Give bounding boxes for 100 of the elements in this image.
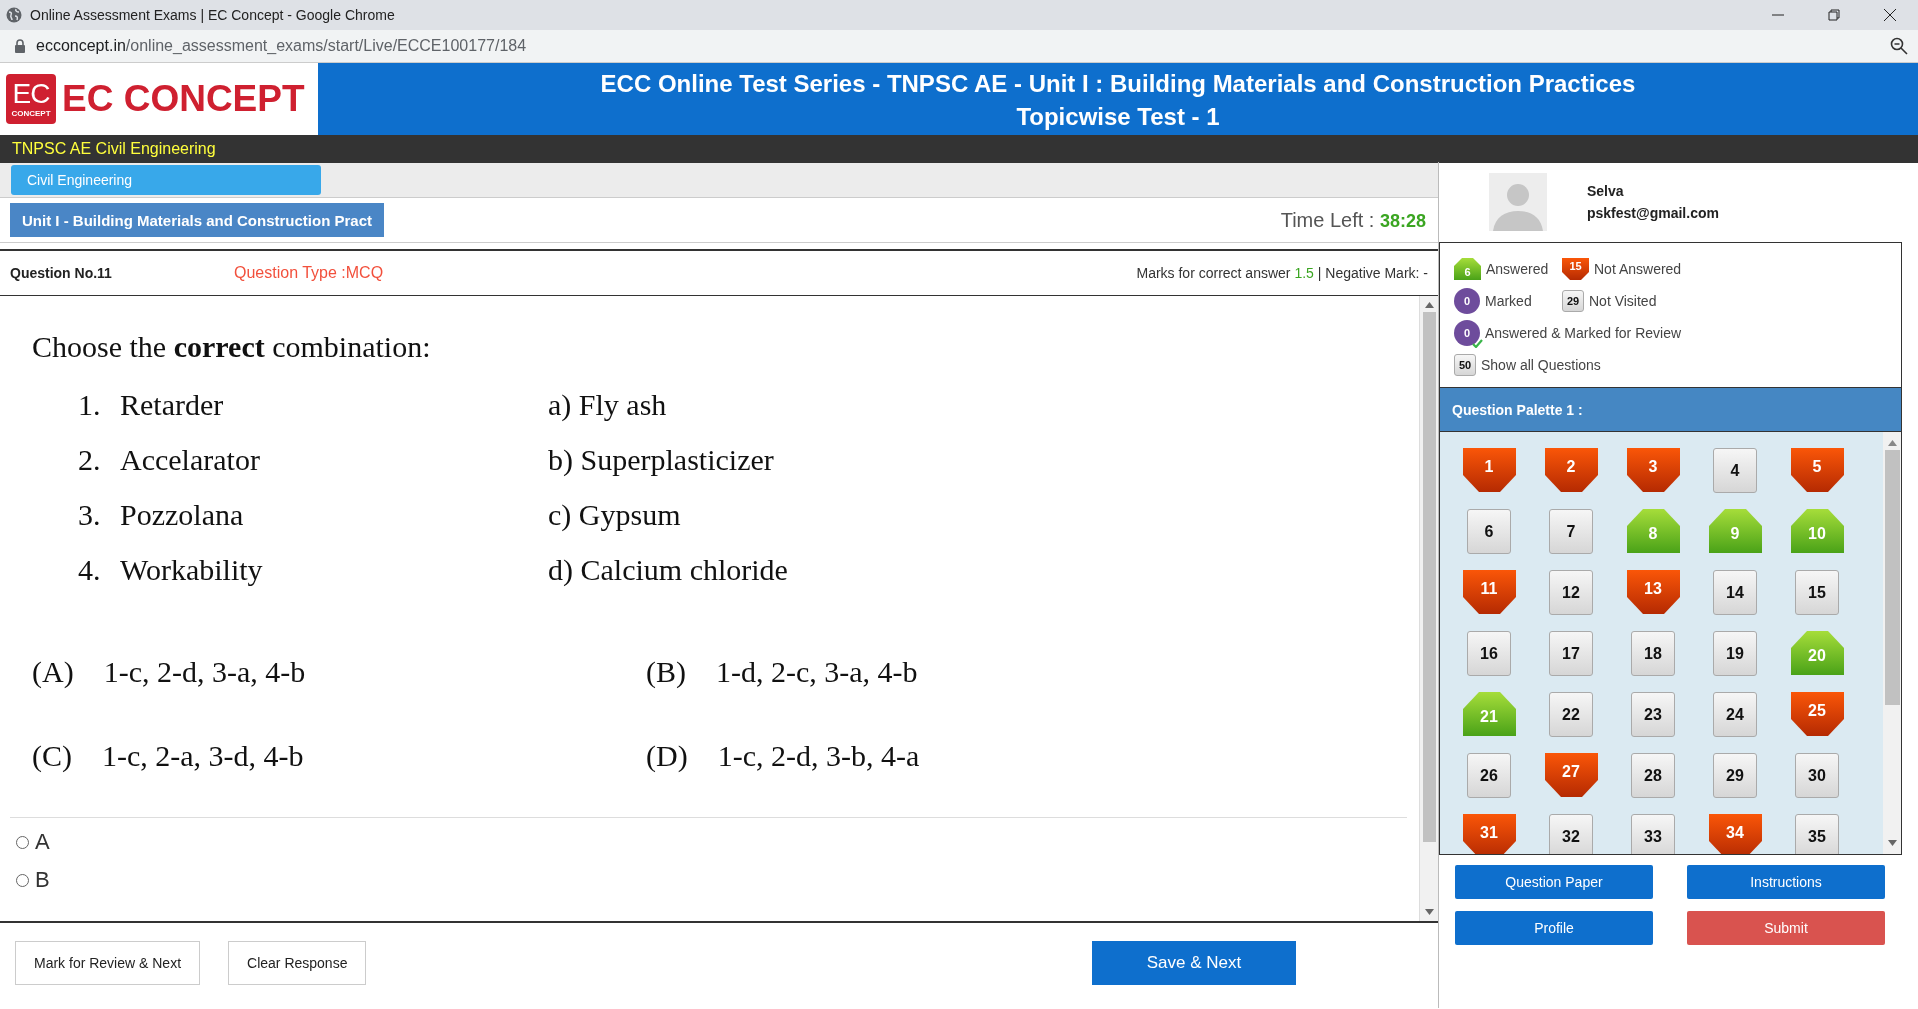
close-icon[interactable] [1882, 7, 1898, 23]
question-number-button[interactable]: 24 [1713, 692, 1757, 737]
legend-label: Not Visited [1589, 293, 1657, 309]
question-number-button[interactable]: 6 [1467, 509, 1511, 554]
item-number: 3. [78, 498, 100, 532]
question-number-button[interactable]: 35 [1795, 814, 1839, 854]
question-number-button[interactable]: 32 [1549, 814, 1593, 854]
item-text: Retarder [120, 388, 224, 422]
question-number-button[interactable]: 31 [1462, 814, 1516, 854]
match-text: a) Fly ash [548, 388, 668, 422]
question-number-button[interactable]: 15 [1795, 570, 1839, 615]
clear-response-button[interactable]: Clear Response [228, 941, 367, 985]
instructions-button[interactable]: Instructions [1687, 865, 1885, 899]
question-type: Question Type :MCQ [234, 264, 384, 282]
item-text: Accelarator [120, 443, 260, 477]
logo-badge-subtext: CONCEPT [11, 110, 51, 118]
question-number-button[interactable]: 19 [1713, 631, 1757, 676]
match-text: b) Superplasticizer [548, 443, 775, 477]
timer-text: Time Left : 38:28 [1280, 208, 1426, 232]
answered-badge: 6 [1454, 258, 1481, 280]
question-number: Question No.11 [10, 265, 113, 281]
item-number: 1. [78, 388, 100, 422]
logo-name: EC CONCEPT [62, 78, 305, 120]
scrollbar[interactable] [1419, 296, 1438, 921]
question-number-button[interactable]: 5 [1790, 448, 1844, 492]
not-visited-badge: 29 [1562, 290, 1584, 312]
exam-title: ECC Online Test Series - TNPSC AE - Unit I : Building Materials and Construction Practices [599, 69, 1637, 99]
scroll-down-icon[interactable] [1887, 840, 1897, 846]
question-number-button[interactable]: 22 [1549, 692, 1593, 737]
question-number-button[interactable]: 29 [1713, 753, 1757, 798]
globe-icon [6, 7, 22, 23]
question-number-button[interactable]: 1 [1462, 448, 1516, 492]
item-number: 4. [78, 553, 100, 587]
match-text: d) Calcium chloride [548, 553, 789, 587]
question-paper-button[interactable]: Question Paper [1455, 865, 1653, 899]
check-icon [1472, 339, 1483, 348]
question-number-button[interactable]: 11 [1462, 570, 1516, 614]
restore-icon[interactable] [1826, 7, 1842, 23]
lock-icon [14, 39, 26, 53]
option-label[interactable]: B [35, 867, 50, 893]
item-text: Pozzolana [120, 498, 244, 532]
question-number-button[interactable]: 23 [1631, 692, 1675, 737]
question-stem: Choose the correct combination: [32, 330, 432, 364]
choice-text: 1-c, 2-a, 3-d, 4-b [102, 739, 304, 773]
legend-label: Answered & Marked for Review [1485, 325, 1682, 341]
user-name: Selva [1587, 182, 1625, 201]
question-number-button[interactable]: 34 [1708, 814, 1762, 854]
option-label[interactable]: A [35, 829, 50, 855]
question-number-button[interactable]: 12 [1549, 570, 1593, 615]
all-questions-badge[interactable]: 50 [1454, 354, 1476, 376]
zoom-out-icon[interactable] [1890, 37, 1908, 55]
scroll-down-icon[interactable] [1424, 909, 1434, 915]
choice-label: (D) [646, 739, 688, 773]
item-number: 2. [78, 443, 100, 477]
exam-subtitle: Topicwise Test - 1 [1015, 102, 1221, 132]
choice-text: 1-c, 2-d, 3-b, 4-a [717, 739, 920, 773]
question-number-button[interactable]: 28 [1631, 753, 1675, 798]
mark-review-button[interactable]: Mark for Review & Next [15, 941, 201, 985]
question-number-button[interactable]: 7 [1549, 509, 1593, 554]
scroll-up-icon[interactable] [1424, 302, 1434, 308]
marks-text: Marks for correct answer 1.5 | Negative Mark: - [1136, 265, 1428, 281]
legend-label: Marked [1485, 293, 1532, 309]
save-next-button[interactable]: Save & Next [1092, 941, 1296, 985]
question-number-button[interactable]: 25 [1790, 692, 1844, 736]
question-number-button[interactable]: 30 [1795, 753, 1839, 798]
choice-text: 1-d, 2-c, 3-a, 4-b [716, 655, 918, 689]
question-number-button[interactable]: 14 [1713, 570, 1757, 615]
question-number-button[interactable]: 16 [1467, 631, 1511, 676]
question-number-button[interactable]: 13 [1626, 570, 1680, 614]
avatar-icon [1489, 173, 1547, 231]
answered-marked-badge: 0 [1454, 320, 1480, 346]
not-answered-badge: 15 [1562, 258, 1589, 280]
item-text: Workability [120, 553, 263, 587]
legend-label[interactable]: Show all Questions [1481, 357, 1601, 373]
choice-label: (C) [32, 739, 72, 773]
user-email: pskfest@gmail.com [1587, 204, 1719, 223]
choice-text: 1-c, 2-d, 3-a, 4-b [103, 655, 306, 689]
match-text: c) Gypsum [548, 498, 682, 532]
question-number-button[interactable]: 18 [1631, 631, 1675, 676]
question-number-button[interactable]: 3 [1626, 448, 1680, 492]
logo-badge-text: EC [12, 80, 50, 108]
course-name: TNPSC AE Civil Engineering [12, 140, 216, 158]
marked-badge: 0 [1454, 288, 1480, 314]
question-number-button[interactable]: 2 [1544, 448, 1598, 492]
url-text[interactable]: ecconcept.in/online_assessment_exams/start/Live/ECCE100177/184 [36, 37, 527, 55]
choice-label: (B) [646, 655, 686, 689]
scrollbar[interactable] [1883, 432, 1901, 854]
choice-label: (A) [32, 655, 74, 689]
question-number-button[interactable]: 4 [1713, 448, 1757, 493]
question-number-button[interactable]: 33 [1631, 814, 1675, 854]
section-tab[interactable]: Unit I - Building Materials and Construction Pract [10, 203, 385, 237]
question-number-button[interactable]: 17 [1549, 631, 1593, 676]
question-number-button[interactable]: 27 [1544, 753, 1598, 797]
question-number-button[interactable]: 26 [1467, 753, 1511, 798]
legend-label: Not Answered [1594, 261, 1682, 277]
legend-label: Answered [1486, 261, 1549, 277]
submit-button[interactable]: Submit [1687, 911, 1885, 945]
scroll-up-icon[interactable] [1887, 440, 1897, 446]
profile-button[interactable]: Profile [1455, 911, 1653, 945]
palette-title: Question Palette 1 : [1452, 401, 1583, 418]
